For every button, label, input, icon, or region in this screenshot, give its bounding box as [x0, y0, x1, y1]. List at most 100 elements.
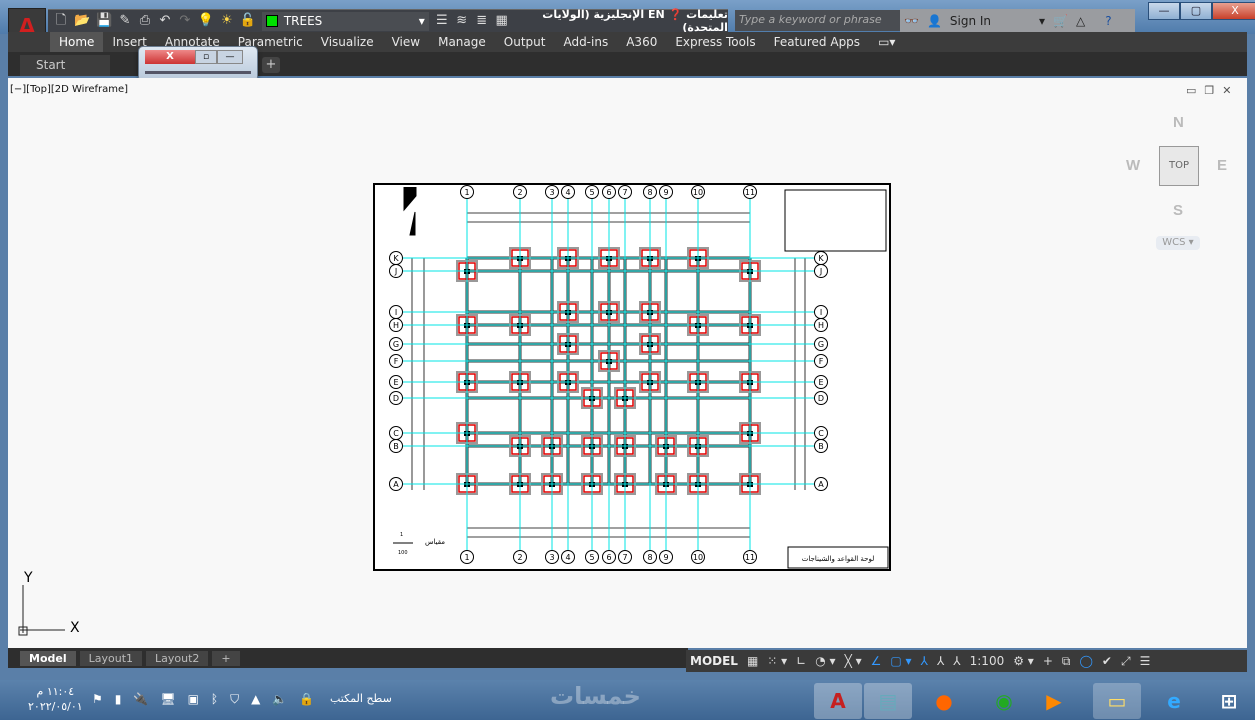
- ribbon-minimize-icon[interactable]: ▭▾: [869, 32, 904, 52]
- workspace-gear-icon[interactable]: ⚙ ▾: [1013, 654, 1034, 668]
- taskbar-explorer-icon[interactable]: ▭: [1093, 683, 1141, 719]
- minimize-icon[interactable]: ▭: [1186, 84, 1196, 97]
- model-space-button[interactable]: MODEL: [690, 654, 738, 668]
- bluetooth-icon[interactable]: ᛒ: [211, 692, 218, 707]
- layer-properties-icon[interactable]: ☰: [435, 13, 449, 29]
- ortho-icon[interactable]: ∟: [796, 654, 806, 668]
- tab-a360[interactable]: A360: [617, 32, 666, 52]
- desktop-toolbar[interactable]: سطح المكتب: [330, 692, 392, 705]
- new-tab-button[interactable]: +: [262, 57, 280, 73]
- signal-icon[interactable]: ▮: [115, 692, 122, 707]
- app-tray-icon[interactable]: ▣: [188, 692, 199, 707]
- tab-visualize[interactable]: Visualize: [312, 32, 383, 52]
- layer-freeze-icon[interactable]: ☀: [220, 13, 234, 29]
- autodesk-icon[interactable]: ▲: [251, 692, 260, 707]
- viewport-window-controls: ▭ ❐ ✕: [1186, 84, 1232, 97]
- tab-layout1[interactable]: Layout1: [79, 650, 143, 666]
- system-clock[interactable]: ١١:٠٤ م ٢٠٢٢/٠٥/٠١: [28, 684, 83, 714]
- tab-manage[interactable]: Manage: [429, 32, 495, 52]
- tab-express-tools[interactable]: Express Tools: [666, 32, 764, 52]
- layer-lock-icon[interactable]: 🔓: [240, 13, 256, 29]
- compass-north[interactable]: N: [1173, 114, 1184, 131]
- undo-icon[interactable]: ↶: [158, 13, 172, 29]
- object-snap-icon[interactable]: ▢ ▾: [890, 654, 911, 668]
- tab-featured-apps[interactable]: Featured Apps: [765, 32, 869, 52]
- save-icon[interactable]: 💾: [96, 13, 112, 29]
- grid-icon[interactable]: ▦: [747, 654, 758, 668]
- compass-west[interactable]: W: [1126, 157, 1140, 174]
- clock-date: ٢٠٢٢/٠٥/٠١: [28, 700, 83, 713]
- tab-model[interactable]: Model: [20, 650, 76, 666]
- tab-start[interactable]: Start: [20, 55, 110, 76]
- network-icon[interactable]: 🖥: [160, 692, 175, 707]
- taskbar-ie-icon[interactable]: e: [1150, 683, 1198, 719]
- tab-add-ins[interactable]: Add-ins: [554, 32, 617, 52]
- compass-east[interactable]: E: [1217, 157, 1227, 174]
- viewcube-top-face[interactable]: TOP: [1159, 146, 1199, 186]
- tab-view[interactable]: View: [383, 32, 429, 52]
- security-icon[interactable]: ⛉: [230, 692, 239, 707]
- plus-icon[interactable]: +: [1043, 654, 1053, 668]
- binoculars-icon[interactable]: 👓: [904, 14, 919, 28]
- taskbar-autocad-icon[interactable]: A: [814, 683, 862, 719]
- redo-icon[interactable]: ↷: [178, 13, 192, 29]
- search-input[interactable]: Type a keyword or phrase: [735, 10, 900, 31]
- a360-icon[interactable]: △: [1076, 14, 1085, 28]
- auto-scale-icon[interactable]: ⅄: [937, 654, 944, 668]
- tab-output[interactable]: Output: [495, 32, 555, 52]
- annotation-scale-dropdown[interactable]: 1:100: [970, 654, 1005, 668]
- quick-properties-icon[interactable]: ✔: [1102, 654, 1112, 668]
- add-layout-button[interactable]: +: [212, 650, 240, 666]
- chevron-down-icon[interactable]: ▾: [1039, 14, 1045, 28]
- close-button[interactable]: X: [1212, 2, 1255, 20]
- power-icon[interactable]: 🔌: [133, 692, 148, 707]
- action-center-flag-icon[interactable]: ⚑: [92, 692, 103, 707]
- minimize-button[interactable]: —: [217, 50, 243, 64]
- customize-menu-icon[interactable]: ☰: [1140, 654, 1151, 668]
- layer-name: TREES: [283, 14, 323, 28]
- osnap-tracking-icon[interactable]: ∠: [871, 654, 882, 668]
- annotation-scale-icon[interactable]: ⅄: [953, 654, 960, 668]
- annotation-visibility-icon[interactable]: ⅄: [921, 654, 928, 668]
- snap-icon[interactable]: ⁙ ▾: [767, 654, 787, 668]
- layer-on-icon[interactable]: 💡: [198, 13, 214, 29]
- table-icon[interactable]: ▦: [495, 13, 509, 29]
- viewport-controls-label[interactable]: [−][Top][2D Wireframe]: [10, 84, 128, 95]
- close-icon[interactable]: ✕: [1222, 84, 1231, 97]
- lock-icon[interactable]: 🔒: [299, 692, 314, 707]
- layer-previous-icon[interactable]: ≣: [475, 13, 489, 29]
- cart-icon[interactable]: 🛒: [1053, 14, 1068, 28]
- tab-layout2[interactable]: Layout2: [146, 650, 209, 666]
- taskbar-notepad-icon[interactable]: ▤: [864, 683, 912, 719]
- drawing-viewport[interactable]: [8, 78, 1247, 648]
- help-button-icon[interactable]: ?: [1105, 14, 1111, 28]
- polar-icon[interactable]: ◔ ▾: [815, 654, 835, 668]
- restore-button[interactable]: ▫: [195, 50, 217, 64]
- tab-home[interactable]: Home: [50, 32, 104, 52]
- match-layer-icon[interactable]: ≋: [455, 13, 469, 29]
- close-button[interactable]: X: [145, 50, 195, 64]
- help-label[interactable]: تعليمات: [686, 8, 728, 21]
- sign-in-button[interactable]: Sign In: [950, 14, 991, 28]
- start-button[interactable]: ⊞: [1205, 683, 1253, 719]
- compass-south[interactable]: S: [1173, 202, 1183, 219]
- minimize-button[interactable]: —: [1148, 2, 1180, 20]
- taskbar-chrome-icon[interactable]: ◉: [980, 683, 1028, 719]
- taskbar-firefox-icon[interactable]: ●: [920, 683, 968, 719]
- isolate-objects-icon[interactable]: ⧉: [1062, 654, 1071, 669]
- save-as-icon[interactable]: ✎: [118, 13, 132, 29]
- open-icon[interactable]: 📂: [74, 13, 90, 29]
- isodraft-icon[interactable]: ╳ ▾: [845, 654, 862, 668]
- wcs-dropdown[interactable]: WCS ▾: [1156, 236, 1200, 250]
- print-icon[interactable]: ⎙: [138, 13, 152, 29]
- system-tray: ⚑ ▮ 🔌 🖥 ▣ ᛒ ⛉ ▲ 🔈 🔒: [92, 692, 314, 707]
- fullscreen-icon[interactable]: ⤢: [1121, 654, 1131, 669]
- restore-icon[interactable]: ❐: [1204, 84, 1214, 97]
- layer-dropdown[interactable]: TREES ▾: [261, 11, 429, 31]
- hardware-acceleration-icon[interactable]: ◯: [1079, 654, 1092, 668]
- new-icon[interactable]: 🗋: [54, 13, 68, 29]
- volume-icon[interactable]: 🔈: [272, 692, 287, 707]
- help-icon[interactable]: ❓: [669, 8, 683, 21]
- maximize-button[interactable]: ▢: [1180, 2, 1212, 20]
- taskbar-media-player-icon[interactable]: ▶: [1030, 683, 1078, 719]
